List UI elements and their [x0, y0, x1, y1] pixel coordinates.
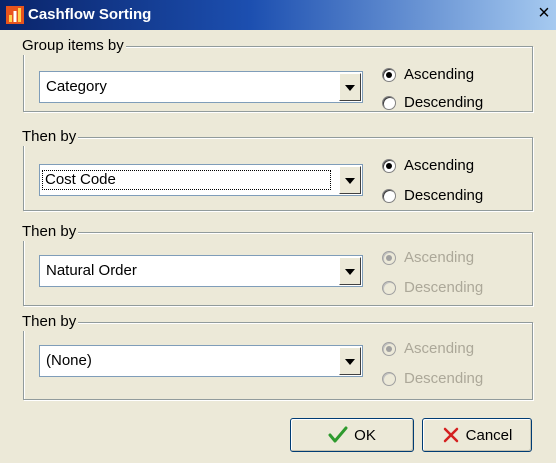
- group-legend: Then by: [20, 128, 79, 146]
- descending-radio-1[interactable]: Descending: [382, 94, 532, 114]
- descending-label: Descending: [404, 187, 484, 204]
- radio-button[interactable]: [382, 96, 396, 110]
- combo-value: Category: [46, 78, 107, 95]
- descending-label: Descending: [404, 94, 484, 111]
- sort-group-1: Group items by Category Ascending Descen…: [20, 37, 533, 114]
- group-legend: Then by: [20, 313, 79, 331]
- descending-radio-3: Descending: [382, 279, 532, 299]
- radio-button[interactable]: [382, 189, 396, 203]
- descending-label: Descending: [404, 370, 484, 387]
- sort-field-select-3[interactable]: Natural Order: [39, 255, 363, 287]
- descending-label: Descending: [404, 279, 484, 296]
- chevron-down-icon[interactable]: [339, 347, 361, 375]
- ascending-radio-2[interactable]: Ascending: [382, 157, 532, 177]
- sort-group-4: Then by (None) Ascending Descending: [20, 313, 533, 400]
- radio-button: [382, 251, 396, 265]
- radio-button: [382, 281, 396, 295]
- cashflow-sorting-dialog: Cashflow Sorting × Group items by Catego…: [0, 0, 556, 463]
- chevron-down-icon[interactable]: [339, 257, 361, 285]
- combo-value: Cost Code: [42, 170, 331, 190]
- combo-value: (None): [46, 352, 92, 369]
- sort-group-3: Then by Natural Order Ascending Descendi…: [20, 223, 533, 306]
- sort-group-2: Then by Cost Code Ascending Descending: [20, 128, 533, 211]
- sort-field-select-1[interactable]: Category: [39, 71, 363, 103]
- radio-button: [382, 342, 396, 356]
- radio-button[interactable]: [382, 68, 396, 82]
- ok-label: OK: [354, 426, 376, 444]
- cancel-label: Cancel: [465, 426, 513, 444]
- ascending-radio-4: Ascending: [382, 340, 532, 360]
- window-title: Cashflow Sorting: [28, 6, 152, 23]
- group-legend: Group items by: [20, 37, 126, 55]
- app-logo-icon: [6, 6, 24, 24]
- sort-field-select-4[interactable]: (None): [39, 345, 363, 377]
- descending-radio-2[interactable]: Descending: [382, 187, 532, 207]
- descending-radio-4: Descending: [382, 370, 532, 390]
- ascending-label: Ascending: [404, 249, 475, 266]
- checkmark-icon: [328, 426, 348, 444]
- title-bar[interactable]: Cashflow Sorting ×: [0, 0, 556, 30]
- close-button[interactable]: ×: [534, 3, 554, 24]
- sort-field-select-2[interactable]: Cost Code: [39, 164, 363, 196]
- close-x-icon: [442, 426, 460, 444]
- ascending-label: Ascending: [404, 157, 475, 174]
- combo-value: Natural Order: [46, 262, 137, 279]
- ascending-label: Ascending: [404, 340, 475, 357]
- chevron-down-icon[interactable]: [339, 73, 361, 101]
- cancel-button[interactable]: Cancel: [422, 418, 532, 452]
- ok-button[interactable]: OK: [290, 418, 414, 452]
- ascending-radio-1[interactable]: Ascending: [382, 66, 532, 86]
- radio-button: [382, 372, 396, 386]
- ascending-radio-3: Ascending: [382, 249, 532, 269]
- group-legend: Then by: [20, 223, 79, 241]
- ascending-label: Ascending: [404, 66, 475, 83]
- radio-button[interactable]: [382, 159, 396, 173]
- chevron-down-icon[interactable]: [339, 166, 361, 194]
